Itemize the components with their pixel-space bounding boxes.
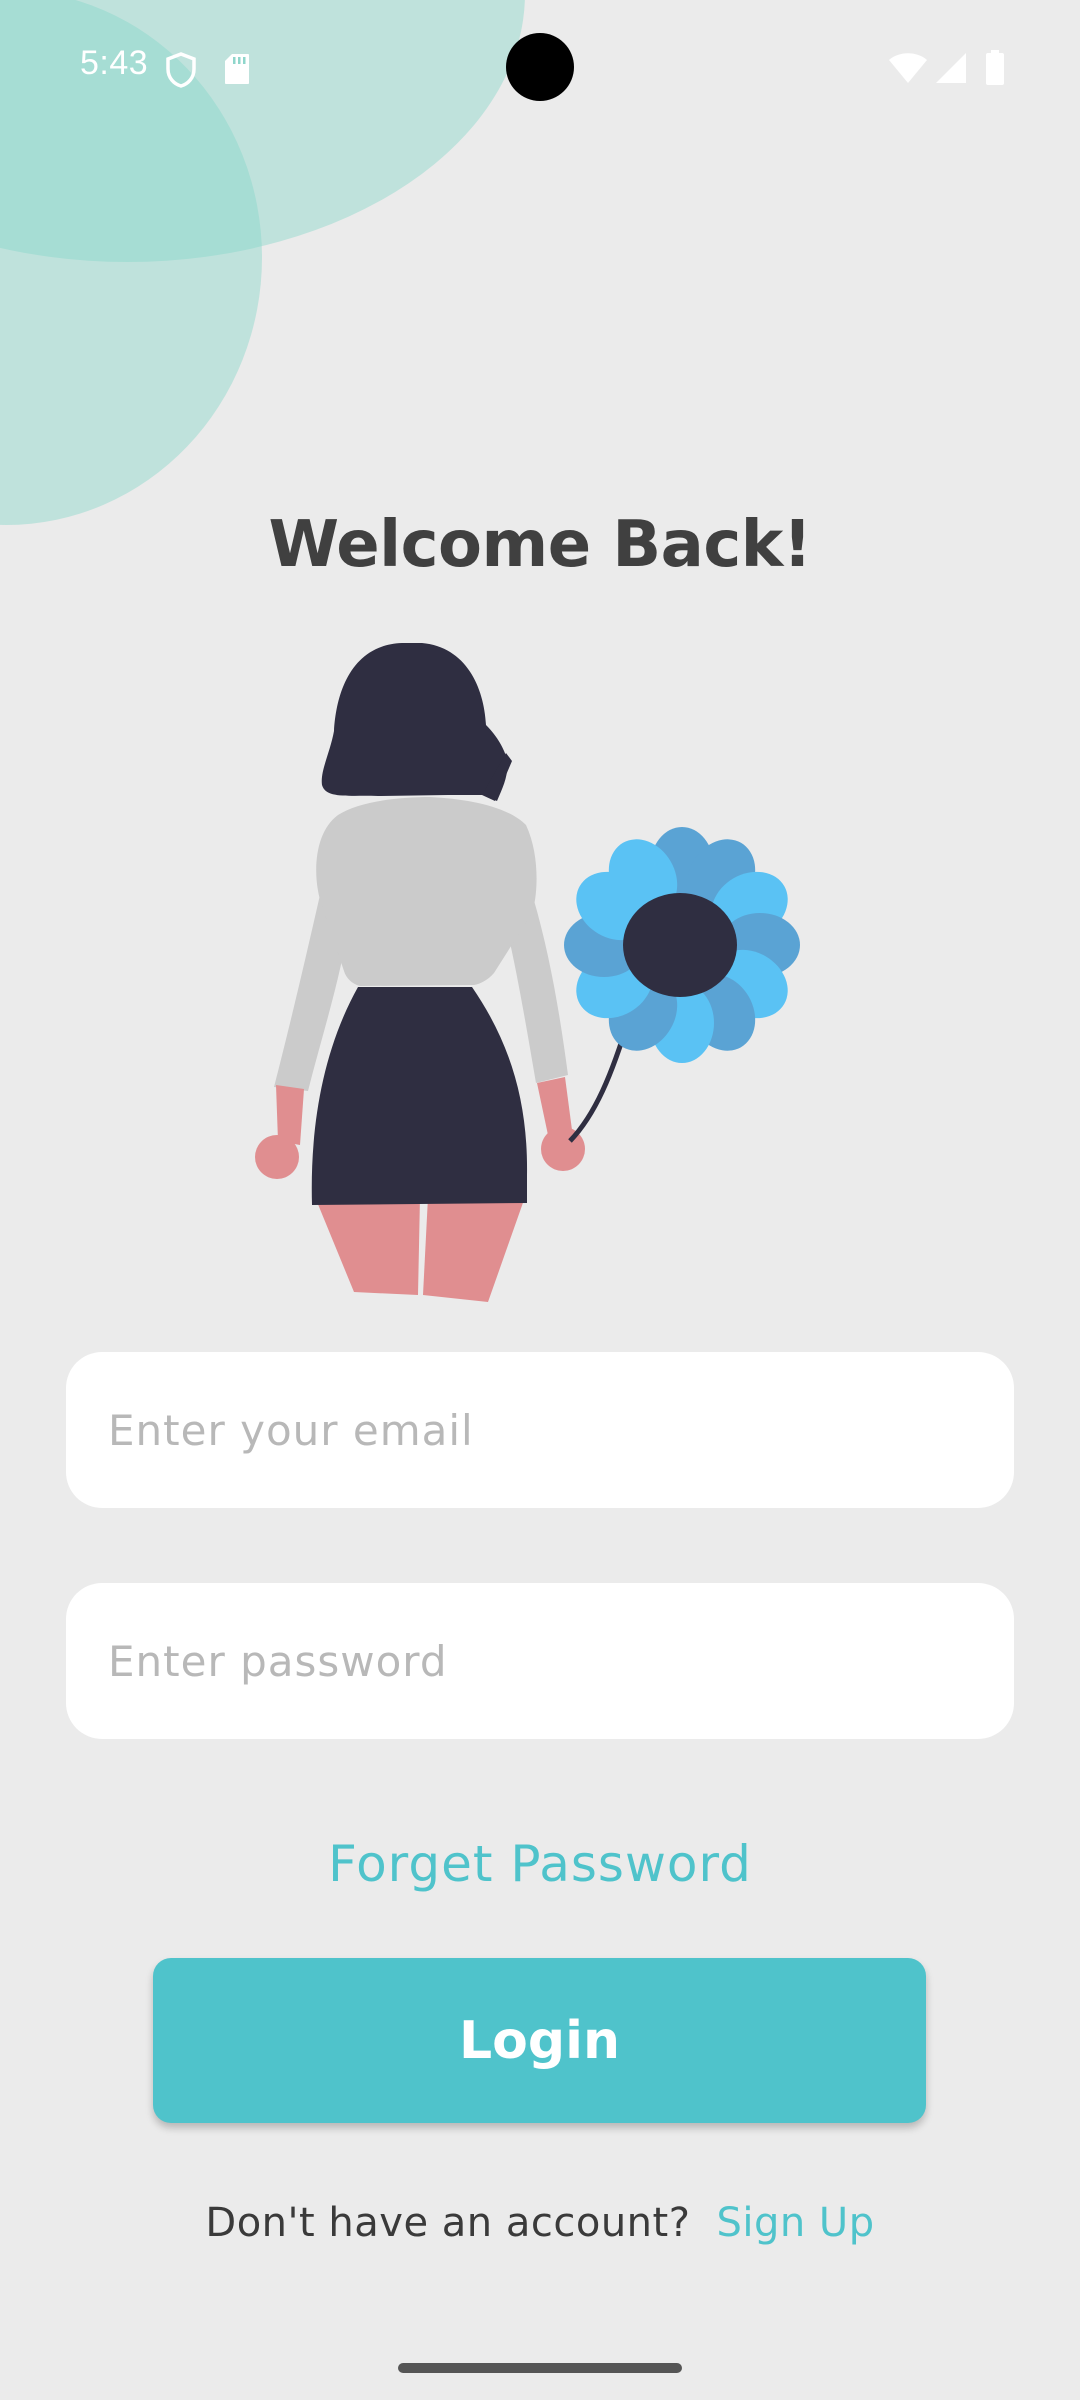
signup-row: Don't have an account? Sign Up xyxy=(0,2200,1080,2246)
signal-icon xyxy=(936,53,966,83)
forget-password-row: Forget Password xyxy=(0,1835,1080,1893)
status-bar: 5:43 xyxy=(0,0,1080,136)
password-input[interactable] xyxy=(106,1635,974,1687)
sd-card-icon xyxy=(225,54,249,84)
email-input[interactable] xyxy=(106,1404,974,1456)
woman-with-flower-illustration xyxy=(255,643,800,1302)
battery-icon xyxy=(986,50,1004,85)
forget-password-link[interactable]: Forget Password xyxy=(328,1835,752,1893)
shield-icon xyxy=(166,52,196,88)
wifi-icon xyxy=(889,53,927,83)
login-button[interactable]: Login xyxy=(153,1958,926,2123)
password-field[interactable] xyxy=(66,1583,1014,1739)
login-screen: 5:43 Welcome Back! Enter your email Forg… xyxy=(0,0,1080,2400)
signup-prompt: Don't have an account? xyxy=(205,2200,691,2246)
signup-link[interactable]: Sign Up xyxy=(716,2200,874,2246)
camera-cutout xyxy=(506,33,574,101)
status-time: 5:43 xyxy=(80,44,149,82)
login-button-label: Login xyxy=(459,2010,620,2071)
email-field[interactable] xyxy=(66,1352,1014,1508)
home-indicator[interactable] xyxy=(398,2363,682,2373)
page-title: Welcome Back! xyxy=(268,508,812,582)
